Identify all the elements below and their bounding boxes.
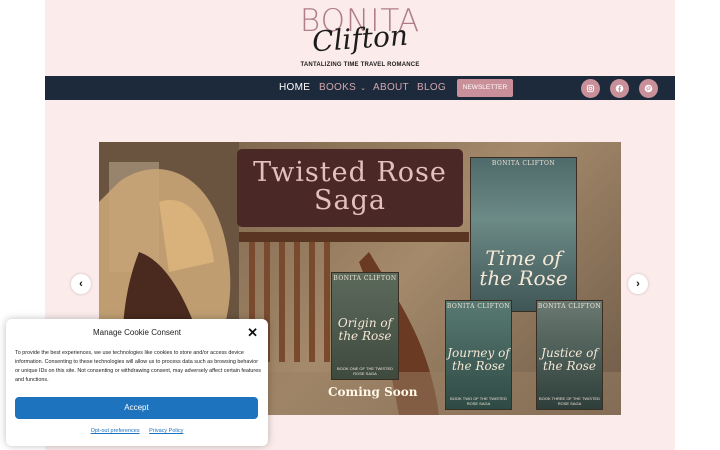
book-title: Journey of the Rose <box>447 346 510 373</box>
book-author: BONITA CLIFTON <box>446 303 511 310</box>
nav-item-about[interactable]: ABOUT <box>373 82 409 93</box>
nav-item-blog[interactable]: BLOG <box>417 82 446 93</box>
cookie-dialog-title: Manage Cookie Consent <box>92 328 182 337</box>
site-header: BONITA Clifton TANTALIZING TIME TRAVEL R… <box>45 0 675 76</box>
main-nav: HOME BOOKS ⌄ ABOUT BLOG NEWSLETTER <box>45 76 675 100</box>
book-title: Justice of the Rose <box>541 346 598 373</box>
nav-item-home[interactable]: HOME <box>279 82 310 93</box>
chevron-left-icon[interactable]: ‹ <box>71 274 91 294</box>
book-subtitle: BOOK TWO OF THE TWISTED ROSE SAGA <box>450 396 507 406</box>
saga-title-banner: Twisted Rose Saga <box>237 149 463 227</box>
cookie-links: Opt-out preferences Privacy Policy <box>6 428 268 434</box>
cookie-consent-dialog: Manage Cookie Consent ✕ To provide the b… <box>6 319 268 446</box>
book-cover-journey-of-the-rose[interactable]: BONITA CLIFTON Journey of the Rose BOOK … <box>445 300 512 410</box>
cookie-dialog-body: To provide the best experiences, we use … <box>15 350 261 383</box>
book-author: BONITA CLIFTON <box>537 303 602 310</box>
chevron-right-icon[interactable]: › <box>628 274 648 294</box>
close-icon[interactable]: ✕ <box>247 325 258 341</box>
book-cover-justice-of-the-rose[interactable]: BONITA CLIFTON Justice of the Rose BOOK … <box>536 300 603 410</box>
book-subtitle: BOOK THREE OF THE TWISTED ROSE SAGA <box>539 396 600 406</box>
opt-out-preferences-link[interactable]: Opt-out preferences <box>91 428 140 434</box>
nav-item-books[interactable]: BOOKS ⌄ <box>319 82 366 93</box>
book-subtitle: BOOK ONE OF THE TWISTED ROSE SAGA <box>336 366 394 376</box>
accept-button[interactable]: Accept <box>15 397 258 419</box>
pinterest-icon[interactable] <box>639 79 658 98</box>
book-title: Time of the Rose <box>479 246 568 290</box>
coming-soon-label: Coming Soon <box>328 385 418 399</box>
site-tagline: TANTALIZING TIME TRAVEL ROMANCE <box>300 62 420 68</box>
book-cover-time-of-the-rose[interactable]: BONITA CLIFTON Time of the Rose <box>470 157 577 312</box>
chevron-down-icon: ⌄ <box>360 85 367 92</box>
book-author: BONITA CLIFTON <box>333 275 397 282</box>
instagram-icon[interactable] <box>581 79 600 98</box>
book-title: Origin of the Rose <box>337 316 393 343</box>
privacy-policy-link[interactable]: Privacy Policy <box>149 428 183 434</box>
page: BONITA Clifton TANTALIZING TIME TRAVEL R… <box>0 0 720 450</box>
nav-item-books-label: BOOKS <box>319 82 357 93</box>
facebook-icon[interactable] <box>610 79 629 98</box>
book-author: BONITA CLIFTON <box>491 160 556 167</box>
book-cover-origin-of-the-rose[interactable]: BONITA CLIFTON Origin of the Rose BOOK O… <box>331 272 399 380</box>
newsletter-button[interactable]: NEWSLETTER <box>457 79 513 97</box>
